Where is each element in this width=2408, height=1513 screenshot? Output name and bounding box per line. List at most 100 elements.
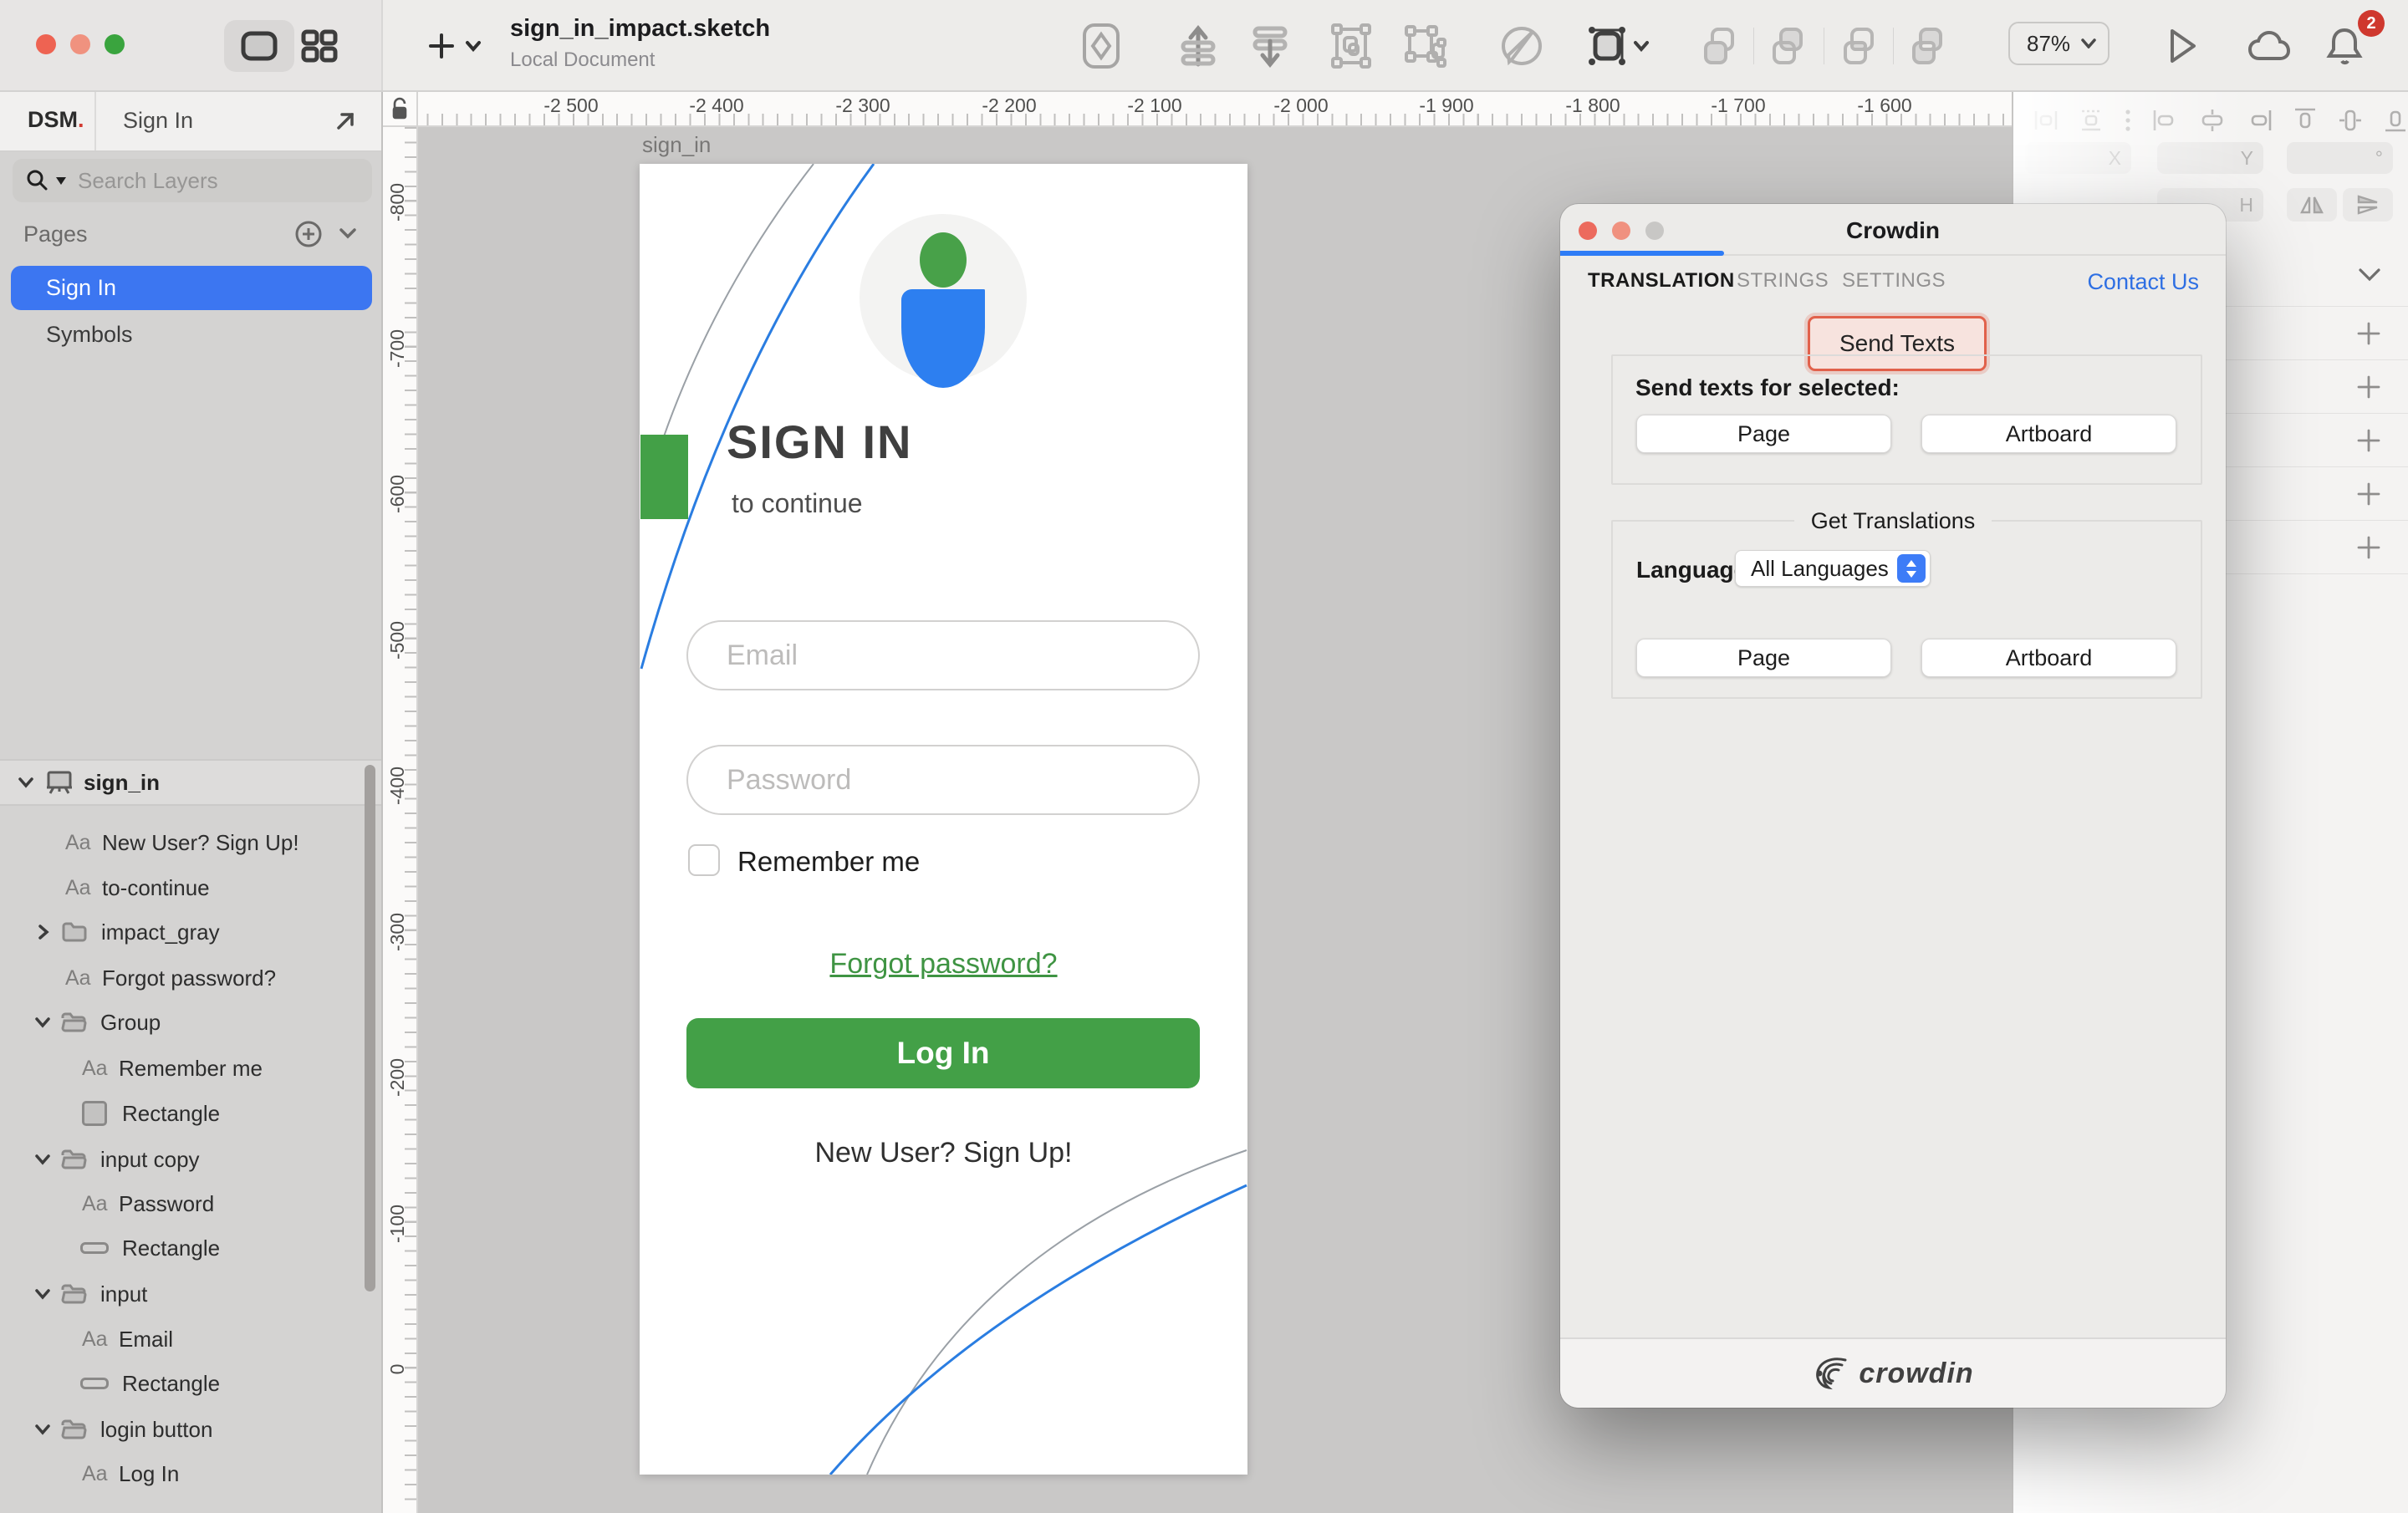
layer-row-folder[interactable]: Group (0, 1000, 381, 1045)
password-field[interactable] (686, 745, 1200, 815)
flip-horizontal-button[interactable] (2287, 188, 2337, 222)
add-page-button[interactable] (294, 220, 323, 248)
sign-up-link[interactable]: New User? Sign Up! (640, 1137, 1247, 1169)
ruler-lock-corner[interactable] (383, 92, 418, 127)
folder-open-icon (60, 1011, 87, 1033)
forgot-password-link[interactable]: Forgot password? (640, 948, 1247, 981)
symbol-button[interactable] (1078, 25, 1125, 67)
align-center-horizontal-icon[interactable] (2199, 108, 2226, 133)
chevron-down-icon[interactable] (18, 777, 33, 788)
grid-view-button[interactable] (296, 25, 343, 67)
canvas-view-toggle[interactable] (224, 20, 294, 72)
add-style-button[interactable] (2354, 319, 2383, 348)
layer-row-artboard-root[interactable]: sign_in (0, 759, 381, 806)
boolean-union-button[interactable] (1696, 25, 1742, 67)
text-layer-icon: Aa (65, 966, 102, 991)
chevron-right-icon[interactable] (38, 925, 49, 940)
tab-dsm[interactable]: DSM. (28, 107, 84, 133)
preview-button[interactable] (2159, 25, 2206, 67)
align-left-icon[interactable] (2152, 108, 2179, 133)
add-shadow-button[interactable] (2354, 480, 2383, 508)
minimize-window-button[interactable] (70, 34, 90, 54)
add-fill-button[interactable] (2354, 373, 2383, 401)
layer-row-folder[interactable]: impact_gray (0, 909, 381, 955)
distribute-horizontal-icon[interactable] (2033, 108, 2059, 133)
horizontal-ruler: -2 500 -2 400 -2 300 -2 200 -2 100 -2 00… (383, 92, 2012, 127)
page-item-symbols[interactable]: Symbols (11, 314, 372, 354)
layer-row-shape[interactable]: Rectangle (0, 1225, 381, 1271)
layer-list-scrollbar[interactable] (365, 765, 375, 1291)
ruler-label: -300 (386, 890, 410, 974)
y-position-field[interactable]: Y (2157, 142, 2263, 174)
search-layers-input[interactable]: Search Layers (13, 159, 372, 202)
ungroup-button[interactable] (1402, 25, 1449, 67)
layer-row-shape[interactable]: Rectangle (0, 1361, 381, 1406)
boolean-difference-button[interactable] (1904, 25, 1951, 67)
layer-row-text[interactable]: Aato-continue (0, 865, 381, 910)
tab-current-page[interactable]: Sign In (123, 108, 193, 134)
log-in-button[interactable]: Log In (686, 1018, 1200, 1088)
get-artboard-button[interactable]: Artboard (1921, 639, 2176, 677)
detach-panel-button[interactable] (334, 110, 356, 132)
group-button[interactable] (1328, 25, 1375, 67)
zoom-level-dropdown[interactable]: 87% (2008, 22, 2110, 65)
align-top-icon[interactable] (2293, 107, 2318, 134)
layer-row-text[interactable]: AaForgot password? (0, 955, 381, 1001)
chevron-down-icon[interactable] (35, 1017, 50, 1028)
get-page-button[interactable]: Page (1636, 639, 1891, 677)
align-bottom-icon[interactable] (2383, 107, 2408, 134)
layer-row-folder[interactable]: input copy (0, 1137, 381, 1182)
cloud-button[interactable] (2246, 25, 2293, 67)
tab-translation[interactable]: TRANSLATION (1588, 269, 1735, 293)
artboard-menu-chevron[interactable] (1627, 25, 1656, 67)
distribute-vertical-icon[interactable] (2079, 108, 2104, 133)
language-value: All Languages (1751, 556, 1889, 582)
pages-collapse-chevron[interactable] (339, 227, 357, 239)
chevron-down-icon[interactable] (35, 1289, 50, 1300)
chevron-down-icon[interactable] (35, 1154, 50, 1165)
layer-row-folder[interactable]: input (0, 1271, 381, 1317)
layer-row-text[interactable]: AaRemember me (0, 1046, 381, 1091)
add-border-button[interactable] (2354, 426, 2383, 455)
tab-settings[interactable]: SETTINGS (1842, 269, 1946, 293)
move-backward-button[interactable] (1247, 25, 1293, 67)
flip-vertical-button[interactable] (2343, 188, 2393, 222)
more-options-icon[interactable] (2124, 108, 2132, 133)
artboard-sign-in[interactable]: SIGN IN to continue Remember me Forgot p… (640, 164, 1247, 1475)
insert-artboard-button[interactable] (1584, 25, 1630, 67)
layer-row-text[interactable]: AaNew User? Sign Up! (0, 820, 381, 865)
remember-me-checkbox[interactable] (688, 844, 720, 876)
boolean-intersect-button[interactable] (1835, 25, 1882, 67)
language-select[interactable]: All Languages (1735, 550, 1931, 587)
layer-row-folder[interactable]: login button (0, 1407, 381, 1452)
layer-row-text[interactable]: AaLog In (0, 1451, 381, 1496)
move-backward-icon (1251, 24, 1289, 68)
add-blur-button[interactable] (2354, 533, 2383, 562)
artboard-title[interactable]: sign_in (642, 132, 711, 158)
x-position-field[interactable]: X (2025, 142, 2131, 174)
page-item-sign-in[interactable]: Sign In (11, 266, 372, 310)
layer-row-text[interactable]: AaPassword (0, 1181, 381, 1226)
dialog-titlebar[interactable]: Crowdin (1560, 204, 2226, 256)
edit-shape-button[interactable] (1498, 25, 1545, 67)
canvas-view-icon (241, 31, 278, 61)
email-field[interactable] (686, 620, 1200, 690)
align-middle-vertical-icon[interactable] (2338, 107, 2363, 134)
align-right-icon[interactable] (2246, 108, 2273, 133)
boolean-subtract-button[interactable] (1764, 25, 1811, 67)
select-stepper-icon (1897, 554, 1926, 583)
tab-strings[interactable]: STRINGS (1737, 269, 1829, 293)
flip-horizontal-icon (2299, 195, 2324, 215)
section-collapse-chevron[interactable] (2358, 267, 2381, 282)
send-artboard-button[interactable]: Artboard (1921, 415, 2176, 453)
insert-menu-chevron[interactable] (458, 25, 488, 67)
layer-row-text[interactable]: AaEmail (0, 1317, 381, 1362)
layer-row-shape[interactable]: Rectangle (0, 1091, 381, 1136)
zoom-window-button[interactable] (105, 34, 125, 54)
move-forward-button[interactable] (1175, 25, 1222, 67)
close-window-button[interactable] (36, 34, 56, 54)
contact-us-link[interactable]: Contact Us (2087, 269, 2199, 295)
send-page-button[interactable]: Page (1636, 415, 1891, 453)
chevron-down-icon[interactable] (35, 1424, 50, 1435)
rotation-field[interactable]: ° (2287, 142, 2393, 174)
